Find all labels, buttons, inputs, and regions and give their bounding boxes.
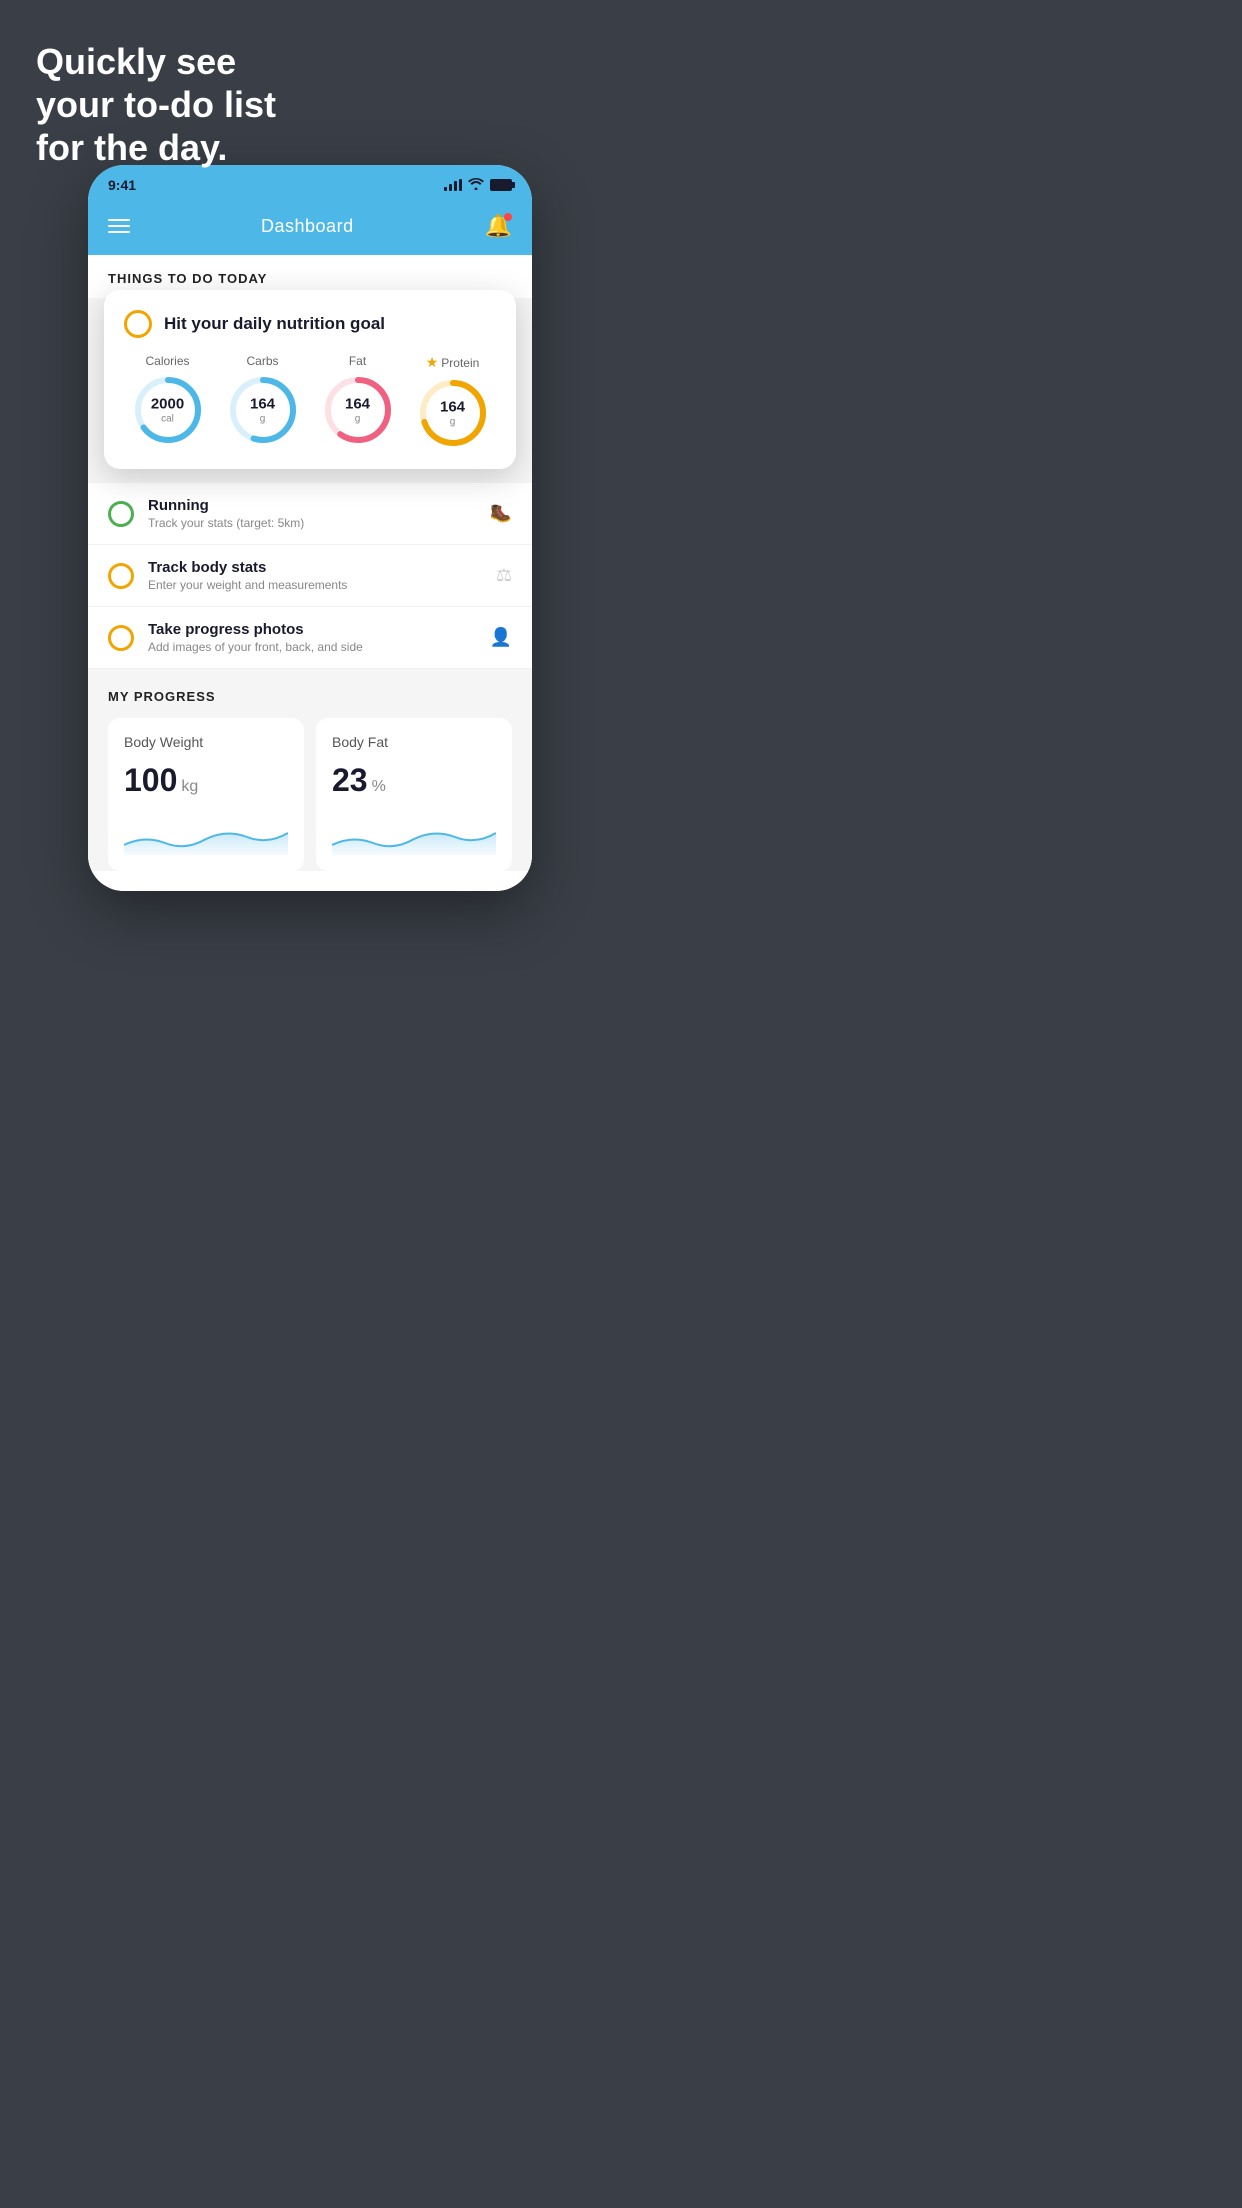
wifi-icon (468, 178, 484, 193)
todo-action-icon: ⚖ (496, 565, 512, 586)
donut-value: 2000 cal (151, 396, 184, 424)
notification-dot (504, 213, 512, 221)
progress-card[interactable]: Body Weight 100 kg (108, 718, 304, 871)
nutrition-label: Calories (145, 354, 189, 368)
progress-card-title: Body Weight (124, 734, 288, 750)
phone-frame: 9:41 Dashboard (88, 165, 532, 891)
status-icons (444, 178, 512, 193)
card-title: Hit your daily nutrition goal (164, 314, 385, 334)
nutrition-grid: Calories 2000 cal Carbs 164 g Fat (124, 354, 496, 449)
hero-text: Quickly see your to-do list for the day. (36, 40, 276, 170)
hero-line3: for the day. (36, 126, 276, 169)
todo-text: Running Track your stats (target: 5km) (148, 497, 476, 530)
progress-value-row: 100 kg (124, 762, 288, 799)
page-wrapper: Quickly see your to-do list for the day.… (0, 0, 621, 1104)
donut-value: 164 g (440, 399, 465, 427)
progress-chart (332, 815, 496, 855)
progress-card[interactable]: Body Fat 23 % (316, 718, 512, 871)
todo-title: Take progress photos (148, 621, 476, 638)
nutrition-item-protein: ★Protein 164 g (417, 354, 489, 449)
hero-line2: your to-do list (36, 83, 276, 126)
nutrition-item-fat: Fat 164 g (322, 354, 394, 449)
progress-unit: kg (181, 778, 198, 796)
todo-text: Track body stats Enter your weight and m… (148, 559, 482, 592)
donut-value: 164 g (345, 396, 370, 424)
star-icon: ★ (426, 354, 439, 371)
todo-item[interactable]: Track body stats Enter your weight and m… (88, 545, 532, 607)
progress-value: 100 (124, 762, 177, 799)
nutrition-label: Carbs (246, 354, 278, 368)
phone-content: THINGS TO DO TODAY Hit your daily nutrit… (88, 255, 532, 891)
todo-action-icon: 👤 (490, 627, 512, 648)
donut-value: 164 g (250, 396, 275, 424)
signal-bars-icon (444, 179, 462, 191)
status-time: 9:41 (108, 177, 136, 193)
donut-chart: 164 g (227, 374, 299, 446)
progress-value: 23 (332, 762, 368, 799)
progress-card-title: Body Fat (332, 734, 496, 750)
nutrition-label: ★Protein (426, 354, 480, 371)
todo-title: Track body stats (148, 559, 482, 576)
card-title-row: Hit your daily nutrition goal (124, 310, 496, 338)
todo-action-icon: 🥾 (490, 503, 512, 524)
donut-chart: 164 g (322, 374, 394, 446)
nav-bar: Dashboard 🔔 (88, 201, 532, 255)
hero-line1: Quickly see (36, 40, 276, 83)
status-bar: 9:41 (88, 165, 532, 201)
progress-cards: Body Weight 100 kg Body Fat 23 % (108, 718, 512, 871)
todo-circle (108, 563, 134, 589)
donut-chart: 164 g (417, 377, 489, 449)
notification-bell-button[interactable]: 🔔 (485, 213, 512, 239)
nutrition-label: Fat (349, 354, 366, 368)
progress-chart (124, 815, 288, 855)
progress-section: MY PROGRESS Body Weight 100 kg Body Fat … (88, 669, 532, 871)
todo-item[interactable]: Running Track your stats (target: 5km) 🥾 (88, 483, 532, 545)
todo-text: Take progress photos Add images of your … (148, 621, 476, 654)
todo-item[interactable]: Take progress photos Add images of your … (88, 607, 532, 669)
todo-subtitle: Track your stats (target: 5km) (148, 516, 476, 530)
battery-icon (490, 179, 512, 191)
todo-title: Running (148, 497, 476, 514)
donut-chart: 2000 cal (132, 374, 204, 446)
progress-value-row: 23 % (332, 762, 496, 799)
nutrition-item-carbs: Carbs 164 g (227, 354, 299, 449)
nav-title: Dashboard (261, 216, 354, 237)
progress-section-title: MY PROGRESS (108, 689, 512, 704)
todo-circle-nutrition (124, 310, 152, 338)
todo-circle (108, 625, 134, 651)
todo-subtitle: Add images of your front, back, and side (148, 640, 476, 654)
nutrition-item-calories: Calories 2000 cal (132, 354, 204, 449)
todo-subtitle: Enter your weight and measurements (148, 578, 482, 592)
todo-list: Running Track your stats (target: 5km) 🥾… (88, 483, 532, 669)
progress-unit: % (372, 778, 386, 796)
hamburger-menu-icon[interactable] (108, 219, 130, 233)
nutrition-card: Hit your daily nutrition goal Calories 2… (104, 290, 516, 469)
todo-circle (108, 501, 134, 527)
